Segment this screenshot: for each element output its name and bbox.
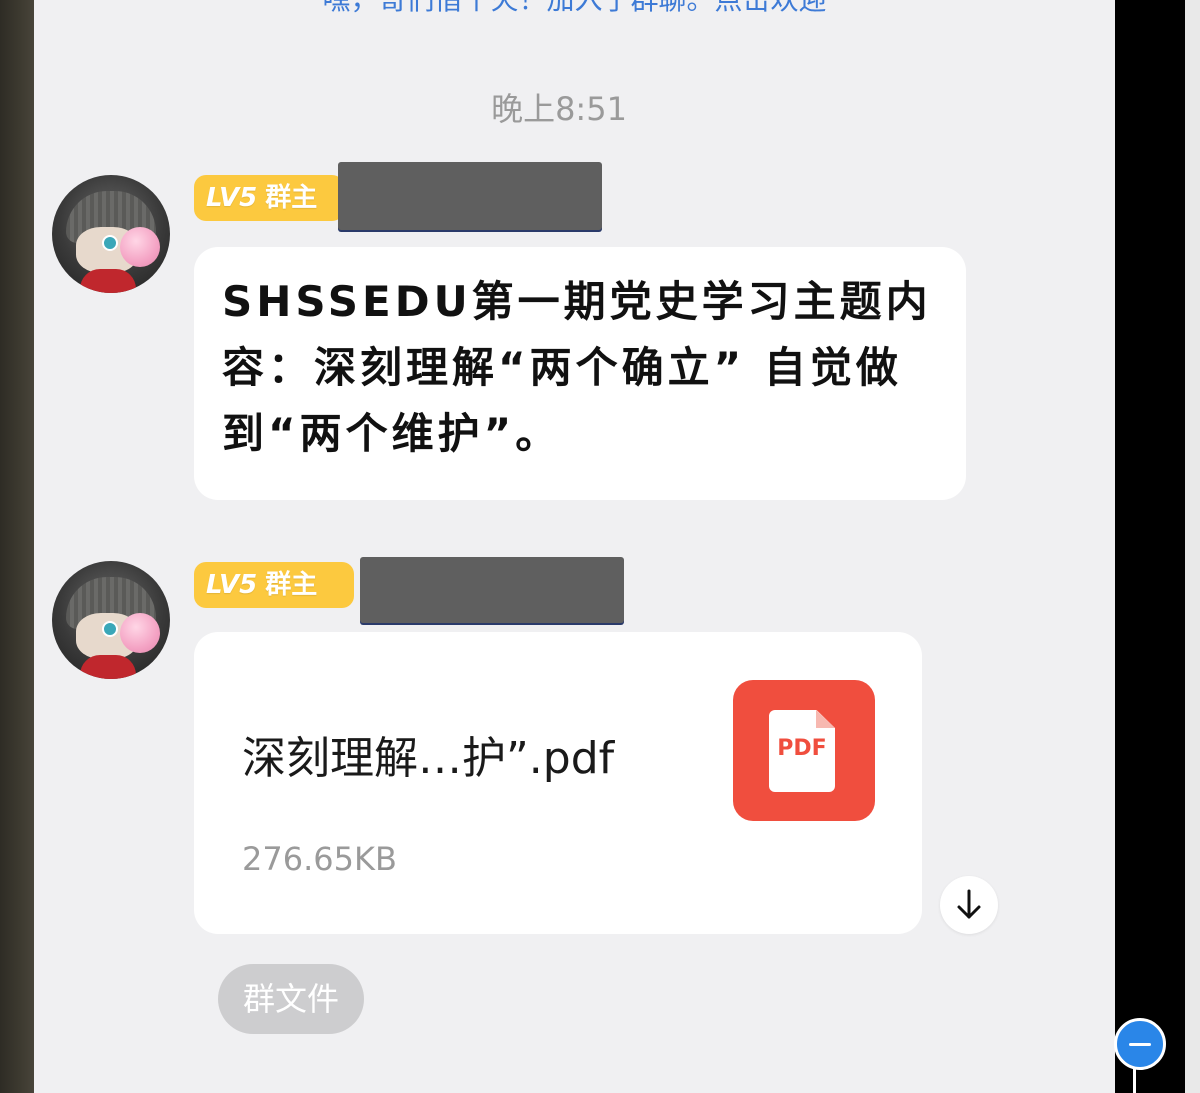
system-join-message[interactable]: 嘿，哥们借个火！加入了群聊。点击欢迎 (34, 0, 1115, 18)
download-arrow-icon (957, 889, 981, 919)
badge-role: 群主 (265, 183, 318, 213)
sender-avatar[interactable] (52, 175, 170, 293)
redacted-sender-name (338, 162, 602, 230)
badge-role: 群主 (265, 570, 318, 600)
floating-minus-button[interactable] (1114, 1018, 1166, 1070)
left-device-edge (0, 0, 34, 1093)
pdf-icon-label: PDF (777, 736, 827, 761)
text-message-bubble[interactable]: SHSSEDU第一期党史学习主题内容：深刻理解“两个确立” 自觉做到“两个维护”… (194, 247, 966, 500)
sender-avatar[interactable] (52, 561, 170, 679)
redacted-sender-name (360, 557, 624, 623)
badge-level: LV5 (206, 183, 258, 213)
group-owner-badge: LV5 群主 (194, 175, 344, 221)
file-name: 深刻理解…护”.pdf (242, 733, 615, 784)
pdf-file-icon: PDF (733, 680, 875, 821)
group-files-chip[interactable]: 群文件 (218, 964, 364, 1034)
adjacent-panel (1185, 0, 1200, 1093)
download-button[interactable] (940, 876, 998, 934)
file-size: 276.65KB (242, 840, 397, 878)
right-device-edge (1115, 0, 1200, 1093)
group-owner-badge: LV5 群主 (194, 562, 354, 608)
message-timestamp: 晚上8:51 (491, 90, 627, 128)
badge-level: LV5 (206, 570, 258, 600)
minus-icon (1129, 1043, 1151, 1046)
file-message-card[interactable]: 深刻理解…护”.pdf 276.65KB PDF (194, 632, 922, 934)
message-text: SHSSEDU第一期党史学习主题内容：深刻理解“两个确立” 自觉做到“两个维护”… (222, 277, 932, 458)
chat-window[interactable]: 嘿，哥们借个火！加入了群聊。点击欢迎 晚上8:51 LV5群主 SHSSEDU第… (34, 0, 1115, 1093)
